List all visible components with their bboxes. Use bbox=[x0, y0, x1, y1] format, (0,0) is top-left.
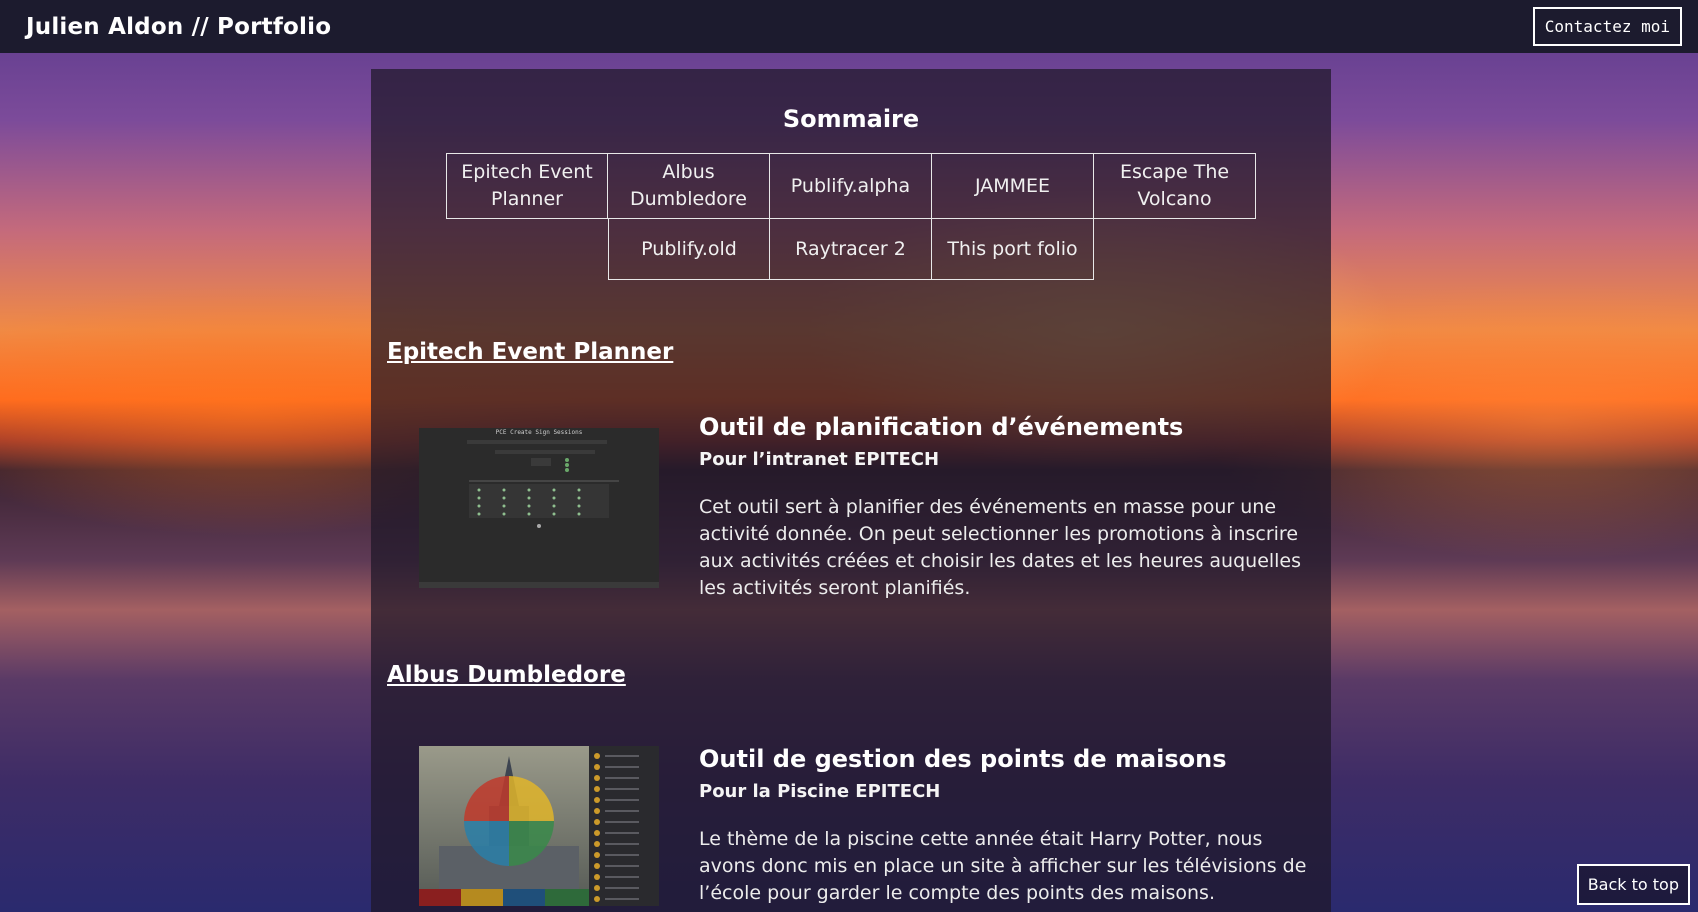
project-description: Cet outil sert à planifier des événement… bbox=[699, 496, 1302, 599]
top-navigation-bar: Julien Aldon // Portfolio Contactez moi bbox=[0, 0, 1698, 53]
toc-row: Epitech Event Planner Albus Dumbledore P… bbox=[446, 153, 1256, 219]
section-heading-albus-dumbledore[interactable]: Albus Dumbledore bbox=[387, 662, 626, 688]
table-of-contents: Epitech Event Planner Albus Dumbledore P… bbox=[446, 153, 1256, 280]
main-content-panel: Sommaire Epitech Event Planner Albus Dum… bbox=[371, 69, 1331, 912]
toc-item-escape-the-volcano[interactable]: Escape The Volcano bbox=[1094, 153, 1256, 219]
screenshot-title: PCE Create Sign Sessions bbox=[496, 429, 583, 436]
back-to-top-button[interactable]: Back to top bbox=[1576, 864, 1690, 905]
project-title: Outil de planification d’événements bbox=[699, 413, 1184, 441]
toc-row: Publify.old Raytracer 2 This port folio bbox=[446, 219, 1256, 280]
project-title: Outil de gestion des points de maisons bbox=[699, 745, 1227, 773]
project-description: Le thème de la piscine cette année était… bbox=[699, 828, 1307, 904]
project-screenshot-albus-dumbledore bbox=[419, 746, 659, 906]
project-screenshot-event-planner: PCE Create Sign Sessions bbox=[419, 428, 659, 588]
toc-item-jammee[interactable]: JAMMEE bbox=[932, 153, 1094, 219]
project-text-event-planner: Outil de planification d’événements Pour… bbox=[699, 413, 1319, 602]
hogwarts-screenshot-icon bbox=[419, 746, 659, 906]
project-subtitle: Pour l’intranet EPITECH bbox=[699, 449, 940, 470]
sommaire-title: Sommaire bbox=[782, 105, 920, 133]
toc-item-publify-alpha[interactable]: Publify.alpha bbox=[770, 153, 932, 219]
site-title: Julien Aldon // Portfolio bbox=[26, 13, 332, 40]
event-planner-screenshot-icon: PCE Create Sign Sessions bbox=[419, 428, 659, 588]
contact-button[interactable]: Contactez moi bbox=[1532, 7, 1682, 46]
toc-item-this-portfolio[interactable]: This port folio bbox=[932, 219, 1094, 280]
project-text-albus-dumbledore: Outil de gestion des points de maisons P… bbox=[699, 745, 1319, 907]
project-subtitle: Pour la Piscine EPITECH bbox=[699, 781, 941, 802]
toc-item-epitech-event-planner[interactable]: Epitech Event Planner bbox=[446, 153, 608, 219]
toc-item-raytracer-2[interactable]: Raytracer 2 bbox=[770, 219, 932, 280]
toc-item-publify-old[interactable]: Publify.old bbox=[608, 219, 770, 280]
section-heading-epitech-event-planner[interactable]: Epitech Event Planner bbox=[387, 339, 673, 365]
toc-item-albus-dumbledore[interactable]: Albus Dumbledore bbox=[608, 153, 770, 219]
